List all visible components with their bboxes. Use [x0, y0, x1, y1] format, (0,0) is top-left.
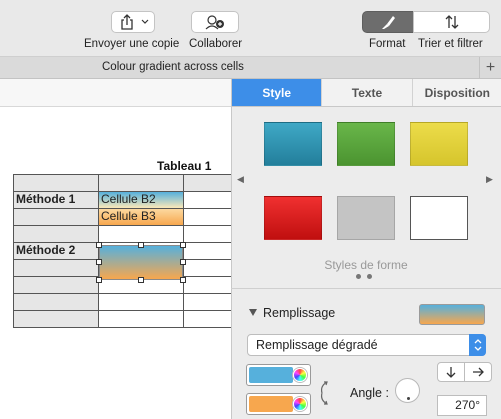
angle-down-button[interactable]	[437, 362, 465, 382]
table-cell[interactable]	[98, 293, 184, 311]
format-button[interactable]	[362, 11, 414, 33]
table-cell[interactable]	[98, 310, 184, 328]
arrow-right-icon	[473, 367, 484, 377]
table-cell-b2[interactable]: Cellule B2	[98, 191, 184, 209]
color-wheel-icon[interactable]	[293, 368, 307, 382]
shape-styles-label: Styles de forme	[324, 258, 408, 272]
inspector-tabs: Style Texte Disposition	[232, 79, 501, 107]
tab-layout[interactable]: Disposition	[412, 79, 501, 106]
angle-knob[interactable]	[395, 378, 420, 403]
share-button[interactable]	[111, 11, 155, 33]
gradient-start-colorwell[interactable]	[246, 364, 311, 386]
table-cell[interactable]	[183, 276, 231, 294]
canvas-header	[0, 79, 231, 107]
table-cell[interactable]	[13, 293, 99, 311]
table-cell[interactable]	[13, 225, 99, 243]
table-cell[interactable]	[98, 225, 184, 243]
document-tab-bar: Colour gradient across cells +	[0, 57, 501, 79]
table-cell[interactable]	[183, 174, 231, 192]
selection-handle[interactable]	[96, 259, 102, 265]
share-label: Envoyer une copie	[84, 38, 180, 50]
style-swatch-red[interactable]	[264, 196, 322, 240]
style-swatch-teal[interactable]	[264, 122, 322, 166]
collaborate-button[interactable]	[191, 11, 239, 33]
table-cell[interactable]	[98, 174, 184, 192]
table-cell[interactable]	[183, 191, 231, 209]
toolbar: Envoyer une copie Collaborer Format Trie…	[0, 0, 501, 57]
paintbrush-icon	[382, 16, 395, 29]
add-tab-button[interactable]: +	[479, 57, 501, 79]
arrow-down-icon	[446, 367, 456, 378]
page-dots[interactable]	[356, 274, 372, 279]
end-color-swatch	[249, 396, 293, 412]
tab-text[interactable]: Texte	[322, 79, 413, 106]
section-divider	[231, 288, 501, 289]
style-swatch-gray[interactable]	[337, 196, 395, 240]
table-cell[interactable]	[183, 310, 231, 328]
selection-handle[interactable]	[96, 277, 102, 283]
table-cell[interactable]	[183, 259, 231, 277]
selection-handle[interactable]	[180, 259, 186, 265]
table-cell-method1[interactable]: Méthode 1	[13, 191, 99, 209]
selection-handle[interactable]	[138, 242, 144, 248]
style-swatch-yellow[interactable]	[410, 122, 468, 166]
sheet-canvas[interactable]: Tableau 1 Méthode 1 Cellule B2 Cellule B…	[0, 79, 231, 419]
fill-preview[interactable]	[419, 304, 485, 325]
collaborate-label: Collaborer	[189, 38, 243, 50]
next-styles-arrow[interactable]: ▶	[486, 174, 493, 185]
sort-filter-button[interactable]	[413, 11, 490, 33]
selection-handle[interactable]	[180, 277, 186, 283]
tab-style[interactable]: Style	[232, 79, 323, 106]
sort-icon	[445, 15, 458, 29]
angle-input[interactable]: 270°	[437, 395, 487, 416]
table-cell[interactable]	[13, 276, 99, 294]
color-wheel-icon[interactable]	[293, 397, 307, 411]
table-cell[interactable]	[183, 225, 231, 243]
angle-label: Angle :	[350, 386, 389, 400]
fill-type-select[interactable]: Remplissage dégradé	[247, 334, 486, 356]
table-cell[interactable]	[13, 310, 99, 328]
share-icon	[120, 14, 133, 30]
table-cell[interactable]	[13, 208, 99, 226]
swap-colors-icon[interactable]	[318, 380, 332, 406]
style-swatch-green[interactable]	[337, 122, 395, 166]
table-cell[interactable]	[13, 174, 99, 192]
table-cell-method2[interactable]: Méthode 2	[13, 242, 99, 260]
select-arrows	[469, 334, 486, 356]
format-label: Format	[369, 38, 406, 50]
collaborate-icon	[205, 15, 224, 30]
gradient-shape[interactable]	[99, 245, 183, 280]
fill-title: Remplissage	[263, 306, 336, 320]
up-down-chevron-icon	[474, 339, 481, 351]
selection-handle[interactable]	[138, 277, 144, 283]
chevron-down-icon	[141, 19, 148, 24]
plus-icon: +	[485, 59, 496, 76]
table-cell[interactable]	[183, 208, 231, 226]
style-swatch-white[interactable]	[410, 196, 468, 240]
prev-styles-arrow[interactable]: ◀	[237, 174, 244, 185]
table-cell[interactable]	[183, 293, 231, 311]
table-cell[interactable]	[13, 259, 99, 277]
gradient-end-colorwell[interactable]	[246, 393, 311, 415]
sort-filter-label: Trier et filtrer	[418, 38, 483, 50]
start-color-swatch	[249, 367, 293, 383]
disclosure-triangle-icon[interactable]	[249, 309, 257, 316]
selection-handle[interactable]	[180, 242, 186, 248]
angle-right-button[interactable]	[464, 362, 492, 382]
table-title[interactable]: Tableau 1	[157, 159, 211, 173]
table-cell-b3[interactable]: Cellule B3	[98, 208, 184, 226]
fill-type-value: Remplissage dégradé	[256, 338, 378, 352]
selection-handle[interactable]	[96, 242, 102, 248]
table-cell[interactable]	[183, 242, 231, 260]
document-tab-title[interactable]: Colour gradient across cells	[102, 61, 244, 73]
